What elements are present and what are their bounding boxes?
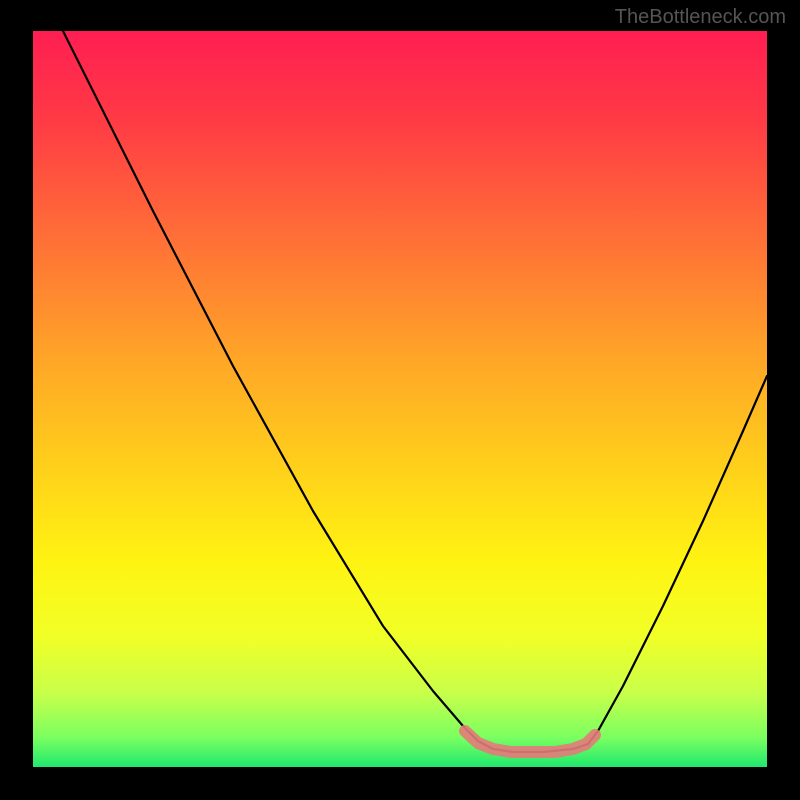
chart-svg xyxy=(33,31,767,767)
watermark-text: TheBottleneck.com xyxy=(615,6,786,29)
chart-background xyxy=(33,31,767,767)
chart-plot-area xyxy=(33,31,767,767)
